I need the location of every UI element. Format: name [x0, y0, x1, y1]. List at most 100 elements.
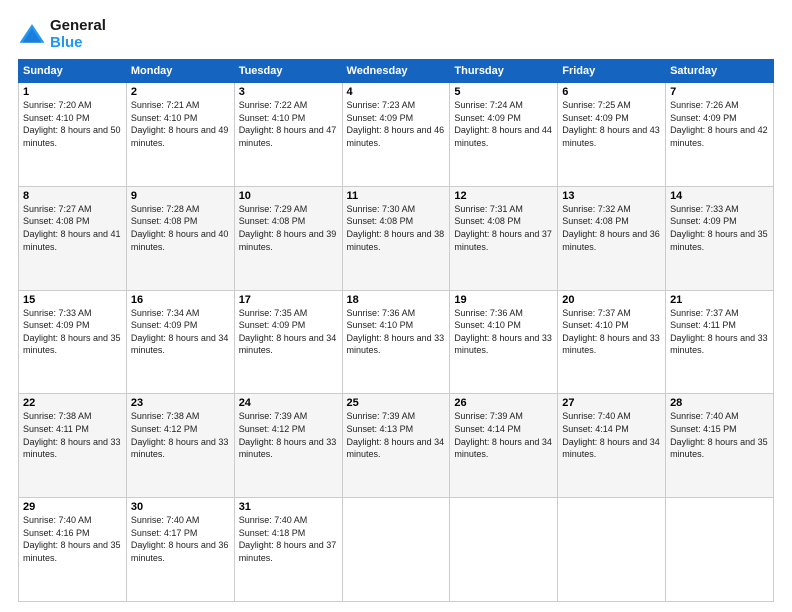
calendar-cell: 18 Sunrise: 7:36 AM Sunset: 4:10 PM Dayl… — [342, 290, 450, 394]
calendar-cell: 12 Sunrise: 7:31 AM Sunset: 4:08 PM Dayl… — [450, 186, 558, 290]
day-number: 12 — [454, 190, 553, 202]
day-info: Sunrise: 7:39 AM Sunset: 4:14 PM Dayligh… — [454, 410, 553, 460]
calendar-cell: 30 Sunrise: 7:40 AM Sunset: 4:17 PM Dayl… — [126, 498, 234, 602]
day-info: Sunrise: 7:25 AM Sunset: 4:09 PM Dayligh… — [562, 99, 661, 149]
day-number: 15 — [23, 294, 122, 306]
day-number: 3 — [239, 86, 338, 98]
weekday-monday: Monday — [126, 60, 234, 83]
day-number: 27 — [562, 397, 661, 409]
calendar-cell: 22 Sunrise: 7:38 AM Sunset: 4:11 PM Dayl… — [19, 394, 127, 498]
weekday-thursday: Thursday — [450, 60, 558, 83]
day-info: Sunrise: 7:28 AM Sunset: 4:08 PM Dayligh… — [131, 203, 230, 253]
calendar-cell: 9 Sunrise: 7:28 AM Sunset: 4:08 PM Dayli… — [126, 186, 234, 290]
weekday-saturday: Saturday — [666, 60, 774, 83]
day-info: Sunrise: 7:20 AM Sunset: 4:10 PM Dayligh… — [23, 99, 122, 149]
calendar-cell: 3 Sunrise: 7:22 AM Sunset: 4:10 PM Dayli… — [234, 83, 342, 187]
day-info: Sunrise: 7:21 AM Sunset: 4:10 PM Dayligh… — [131, 99, 230, 149]
day-info: Sunrise: 7:33 AM Sunset: 4:09 PM Dayligh… — [23, 307, 122, 357]
weekday-sunday: Sunday — [19, 60, 127, 83]
day-info: Sunrise: 7:23 AM Sunset: 4:09 PM Dayligh… — [347, 99, 446, 149]
day-number: 25 — [347, 397, 446, 409]
day-number: 1 — [23, 86, 122, 98]
day-number: 24 — [239, 397, 338, 409]
weekday-wednesday: Wednesday — [342, 60, 450, 83]
day-info: Sunrise: 7:40 AM Sunset: 4:15 PM Dayligh… — [670, 410, 769, 460]
day-info: Sunrise: 7:39 AM Sunset: 4:13 PM Dayligh… — [347, 410, 446, 460]
weekday-header-row: SundayMondayTuesdayWednesdayThursdayFrid… — [19, 60, 774, 83]
header: General Blue — [18, 18, 774, 51]
day-number: 20 — [562, 294, 661, 306]
day-number: 4 — [347, 86, 446, 98]
calendar-cell: 27 Sunrise: 7:40 AM Sunset: 4:14 PM Dayl… — [558, 394, 666, 498]
day-number: 26 — [454, 397, 553, 409]
day-number: 23 — [131, 397, 230, 409]
day-number: 9 — [131, 190, 230, 202]
calendar-cell: 26 Sunrise: 7:39 AM Sunset: 4:14 PM Dayl… — [450, 394, 558, 498]
day-info: Sunrise: 7:27 AM Sunset: 4:08 PM Dayligh… — [23, 203, 122, 253]
day-info: Sunrise: 7:33 AM Sunset: 4:09 PM Dayligh… — [670, 203, 769, 253]
calendar-cell: 29 Sunrise: 7:40 AM Sunset: 4:16 PM Dayl… — [19, 498, 127, 602]
day-info: Sunrise: 7:24 AM Sunset: 4:09 PM Dayligh… — [454, 99, 553, 149]
calendar-cell: 8 Sunrise: 7:27 AM Sunset: 4:08 PM Dayli… — [19, 186, 127, 290]
day-info: Sunrise: 7:40 AM Sunset: 4:14 PM Dayligh… — [562, 410, 661, 460]
calendar-cell: 21 Sunrise: 7:37 AM Sunset: 4:11 PM Dayl… — [666, 290, 774, 394]
day-number: 31 — [239, 501, 338, 513]
day-number: 28 — [670, 397, 769, 409]
logo-icon — [18, 21, 46, 49]
day-number: 8 — [23, 190, 122, 202]
calendar-body: 1 Sunrise: 7:20 AM Sunset: 4:10 PM Dayli… — [19, 83, 774, 602]
day-info: Sunrise: 7:37 AM Sunset: 4:11 PM Dayligh… — [670, 307, 769, 357]
calendar-cell: 15 Sunrise: 7:33 AM Sunset: 4:09 PM Dayl… — [19, 290, 127, 394]
calendar-cell — [666, 498, 774, 602]
day-number: 2 — [131, 86, 230, 98]
week-row-3: 15 Sunrise: 7:33 AM Sunset: 4:09 PM Dayl… — [19, 290, 774, 394]
day-number: 29 — [23, 501, 122, 513]
day-number: 16 — [131, 294, 230, 306]
day-info: Sunrise: 7:40 AM Sunset: 4:18 PM Dayligh… — [239, 514, 338, 564]
calendar-cell: 5 Sunrise: 7:24 AM Sunset: 4:09 PM Dayli… — [450, 83, 558, 187]
logo-text: General Blue — [50, 18, 106, 51]
calendar-cell — [558, 498, 666, 602]
calendar-cell: 24 Sunrise: 7:39 AM Sunset: 4:12 PM Dayl… — [234, 394, 342, 498]
day-number: 13 — [562, 190, 661, 202]
day-info: Sunrise: 7:30 AM Sunset: 4:08 PM Dayligh… — [347, 203, 446, 253]
day-number: 6 — [562, 86, 661, 98]
day-info: Sunrise: 7:40 AM Sunset: 4:17 PM Dayligh… — [131, 514, 230, 564]
calendar-cell: 28 Sunrise: 7:40 AM Sunset: 4:15 PM Dayl… — [666, 394, 774, 498]
week-row-2: 8 Sunrise: 7:27 AM Sunset: 4:08 PM Dayli… — [19, 186, 774, 290]
calendar-cell: 10 Sunrise: 7:29 AM Sunset: 4:08 PM Dayl… — [234, 186, 342, 290]
day-info: Sunrise: 7:29 AM Sunset: 4:08 PM Dayligh… — [239, 203, 338, 253]
day-number: 22 — [23, 397, 122, 409]
calendar-cell: 17 Sunrise: 7:35 AM Sunset: 4:09 PM Dayl… — [234, 290, 342, 394]
day-info: Sunrise: 7:36 AM Sunset: 4:10 PM Dayligh… — [454, 307, 553, 357]
day-info: Sunrise: 7:32 AM Sunset: 4:08 PM Dayligh… — [562, 203, 661, 253]
day-info: Sunrise: 7:26 AM Sunset: 4:09 PM Dayligh… — [670, 99, 769, 149]
calendar-cell: 6 Sunrise: 7:25 AM Sunset: 4:09 PM Dayli… — [558, 83, 666, 187]
day-info: Sunrise: 7:39 AM Sunset: 4:12 PM Dayligh… — [239, 410, 338, 460]
calendar-table: SundayMondayTuesdayWednesdayThursdayFrid… — [18, 59, 774, 602]
weekday-tuesday: Tuesday — [234, 60, 342, 83]
day-info: Sunrise: 7:35 AM Sunset: 4:09 PM Dayligh… — [239, 307, 338, 357]
day-number: 14 — [670, 190, 769, 202]
day-number: 7 — [670, 86, 769, 98]
day-info: Sunrise: 7:38 AM Sunset: 4:11 PM Dayligh… — [23, 410, 122, 460]
day-number: 18 — [347, 294, 446, 306]
day-number: 17 — [239, 294, 338, 306]
calendar-cell: 2 Sunrise: 7:21 AM Sunset: 4:10 PM Dayli… — [126, 83, 234, 187]
calendar-cell: 31 Sunrise: 7:40 AM Sunset: 4:18 PM Dayl… — [234, 498, 342, 602]
day-info: Sunrise: 7:34 AM Sunset: 4:09 PM Dayligh… — [131, 307, 230, 357]
day-info: Sunrise: 7:40 AM Sunset: 4:16 PM Dayligh… — [23, 514, 122, 564]
day-info: Sunrise: 7:22 AM Sunset: 4:10 PM Dayligh… — [239, 99, 338, 149]
day-number: 30 — [131, 501, 230, 513]
calendar-cell: 1 Sunrise: 7:20 AM Sunset: 4:10 PM Dayli… — [19, 83, 127, 187]
calendar-cell: 4 Sunrise: 7:23 AM Sunset: 4:09 PM Dayli… — [342, 83, 450, 187]
week-row-4: 22 Sunrise: 7:38 AM Sunset: 4:11 PM Dayl… — [19, 394, 774, 498]
logo: General Blue — [18, 18, 106, 51]
calendar-cell: 11 Sunrise: 7:30 AM Sunset: 4:08 PM Dayl… — [342, 186, 450, 290]
week-row-1: 1 Sunrise: 7:20 AM Sunset: 4:10 PM Dayli… — [19, 83, 774, 187]
calendar-cell: 16 Sunrise: 7:34 AM Sunset: 4:09 PM Dayl… — [126, 290, 234, 394]
day-info: Sunrise: 7:31 AM Sunset: 4:08 PM Dayligh… — [454, 203, 553, 253]
day-number: 5 — [454, 86, 553, 98]
calendar-cell: 13 Sunrise: 7:32 AM Sunset: 4:08 PM Dayl… — [558, 186, 666, 290]
calendar-cell: 20 Sunrise: 7:37 AM Sunset: 4:10 PM Dayl… — [558, 290, 666, 394]
